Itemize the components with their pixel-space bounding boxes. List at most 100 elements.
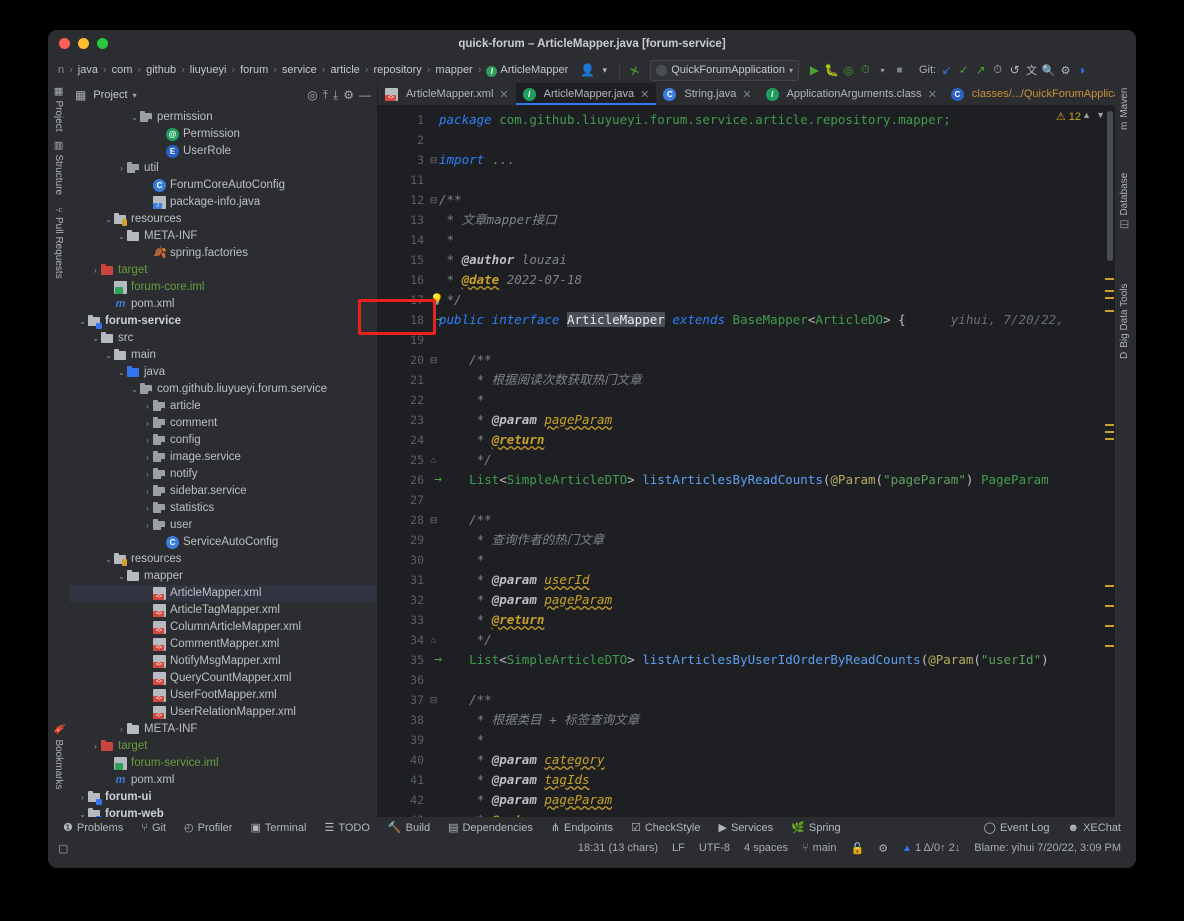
tool-window-button[interactable]: ▤ Dependencies <box>439 821 542 835</box>
code-line[interactable]: * @param pageParam <box>439 790 1103 810</box>
close-icon[interactable]: ✕ <box>928 88 937 101</box>
code-line[interactable]: * <box>439 390 1103 410</box>
settings-gear-icon[interactable]: ⚙ <box>1057 62 1074 79</box>
chevron-right-icon[interactable]: › <box>142 500 153 517</box>
line-number[interactable]: 25 <box>378 450 428 470</box>
code-line[interactable]: * @return <box>439 810 1103 817</box>
code-line[interactable]: /** <box>439 350 1103 370</box>
chevron-down-icon[interactable]: ▾ <box>596 62 613 79</box>
chevron-down-icon[interactable]: ⌄ <box>103 551 114 568</box>
code-folding-gutter[interactable]: ⊟ ⊟ ⊟ ⌂ ⊟ ⌂ ⊟ <box>428 105 439 817</box>
chevron-right-icon[interactable]: › <box>77 789 88 806</box>
history-icon[interactable]: ⏱ <box>989 62 1006 79</box>
tool-window-button[interactable]: ▣ Terminal <box>241 821 315 835</box>
tree-node[interactable]: › image.service <box>69 449 377 466</box>
tree-node[interactable]: <> NotifyMsgMapper.xml <box>69 653 377 670</box>
next-problem-icon[interactable]: ▼ <box>1096 110 1105 120</box>
stop-icon[interactable]: ■ <box>891 62 908 79</box>
tree-node[interactable]: › util <box>69 160 377 177</box>
chevron-down-icon[interactable]: ⌄ <box>129 381 140 398</box>
update-project-icon[interactable]: ↙ <box>938 62 955 79</box>
breadcrumb-item-8[interactable]: repository <box>369 64 425 76</box>
code-line[interactable] <box>439 490 1103 510</box>
tree-node[interactable]: ⌄ com.github.liuyueyi.forum.service <box>69 381 377 398</box>
breadcrumb-item-6[interactable]: service <box>278 64 321 76</box>
breadcrumb-item-2[interactable]: com <box>108 64 137 76</box>
code-line[interactable]: * @author louzai <box>439 250 1103 270</box>
tree-node[interactable]: ⌄ permission <box>69 109 377 126</box>
breadcrumb-item-5[interactable]: forum <box>236 64 272 76</box>
chevron-down-icon[interactable]: ⌄ <box>90 330 101 347</box>
tool-window-button[interactable]: ☑ CheckStyle <box>622 821 710 835</box>
breadcrumb-item-3[interactable]: github <box>142 64 180 76</box>
breadcrumb-item-9[interactable]: mapper <box>431 64 476 76</box>
run-icon[interactable]: ▶ <box>806 62 823 79</box>
profile-run-icon[interactable]: ⏱ <box>857 62 874 79</box>
code-line[interactable]: * 查询作者的热门文章 <box>439 530 1103 550</box>
ide-helper-icon[interactable]: ◗ <box>1074 62 1091 79</box>
select-opened-file-icon[interactable]: ◎ <box>307 88 317 102</box>
sidebar-item-big-data-tools[interactable]: D Big Data Tools <box>1119 283 1130 359</box>
tree-node[interactable]: ⌄ main <box>69 347 377 364</box>
tree-node[interactable]: m pom.xml <box>69 772 377 789</box>
line-number[interactable]: 16 <box>378 270 428 290</box>
line-number[interactable]: 34 <box>378 630 428 650</box>
tree-node[interactable]: › target <box>69 738 377 755</box>
line-number[interactable]: 14 <box>378 230 428 250</box>
close-icon[interactable]: ✕ <box>742 88 751 101</box>
inspection-nav-buttons[interactable]: ▲ ▼ <box>1082 110 1105 120</box>
tree-node[interactable]: ⌄ META-INF <box>69 228 377 245</box>
project-tree[interactable]: ⌄ permission @ Permission E UserRole › util C For… <box>69 107 377 817</box>
chevron-right-icon[interactable]: › <box>142 432 153 449</box>
tree-node[interactable]: › user <box>69 517 377 534</box>
tree-node[interactable]: <> ArticleTagMapper.xml <box>69 602 377 619</box>
tree-node[interactable]: m pom.xml <box>69 296 377 313</box>
source-code-text[interactable]: package com.github.liuyueyi.forum.servic… <box>439 105 1103 817</box>
code-line[interactable]: */ <box>439 450 1103 470</box>
editor-tab[interactable]: Cclasses/.../QuickForumApplication.class… <box>944 83 1136 105</box>
tree-node[interactable]: <> QueryCountMapper.xml <box>69 670 377 687</box>
code-line[interactable] <box>439 170 1103 190</box>
chevron-down-icon[interactable]: ⌄ <box>116 364 127 381</box>
code-line[interactable]: List<SimpleArticleDTO> listArticlesByRea… <box>439 470 1103 490</box>
line-number[interactable]: 13 <box>378 210 428 230</box>
line-number[interactable]: 42 <box>378 790 428 810</box>
tree-node[interactable]: › statistics <box>69 500 377 517</box>
tree-node[interactable]: ⌄ resources <box>69 211 377 228</box>
chevron-right-icon[interactable]: › <box>90 738 101 755</box>
breadcrumb-item-10[interactable]: I ArticleMapper <box>482 64 572 77</box>
push-icon[interactable]: ↗ <box>972 62 989 79</box>
tool-window-button[interactable]: ⋔ Endpoints <box>542 821 622 835</box>
line-number[interactable]: 21 <box>378 370 428 390</box>
line-number[interactable]: 31 <box>378 570 428 590</box>
settings-gear-icon[interactable]: ⚙ <box>343 88 354 102</box>
code-line[interactable]: * 根据类目 + 标签查询文章 <box>439 710 1103 730</box>
line-number[interactable]: 43 <box>378 810 428 817</box>
close-icon[interactable]: ✕ <box>640 88 649 101</box>
tool-window-button[interactable]: ☰ TODO <box>315 821 378 835</box>
code-line[interactable]: * @param category <box>439 750 1103 770</box>
line-number[interactable]: 15 <box>378 250 428 270</box>
code-line[interactable] <box>439 670 1103 690</box>
fold-marker[interactable]: ⊟ <box>428 510 439 530</box>
chevron-down-icon[interactable]: ⌄ <box>116 228 127 245</box>
editor-tab[interactable]: <> ArticleMapper.xml ✕ <box>378 83 516 105</box>
tree-node[interactable]: ⌄ java <box>69 364 377 381</box>
chevron-right-icon[interactable]: › <box>90 262 101 279</box>
file-encoding[interactable]: UTF-8 <box>692 842 737 854</box>
code-line[interactable]: */ <box>439 630 1103 650</box>
run-configuration-selector[interactable]: QuickForumApplication ▾ <box>650 59 799 81</box>
tree-node[interactable]: C ForumCoreAutoConfig <box>69 177 377 194</box>
chevron-down-icon[interactable]: ⌄ <box>103 347 114 364</box>
chevron-right-icon[interactable]: › <box>142 415 153 432</box>
chevron-right-icon[interactable]: › <box>142 449 153 466</box>
code-line[interactable]: List<SimpleArticleDTO> listArticlesByUse… <box>439 650 1103 670</box>
tree-node[interactable]: forum-core.iml <box>69 279 377 296</box>
sidebar-item-bookmarks[interactable]: 🔖 Bookmarks <box>53 723 64 789</box>
tree-node[interactable]: <> UserFootMapper.xml <box>69 687 377 704</box>
line-number[interactable]: 11 <box>378 170 428 190</box>
chevron-right-icon[interactable]: › <box>116 160 127 177</box>
editor-tab[interactable]: C String.java ✕ <box>656 83 758 105</box>
line-number[interactable]: 37 <box>378 690 428 710</box>
code-line[interactable]: * <box>439 230 1103 250</box>
